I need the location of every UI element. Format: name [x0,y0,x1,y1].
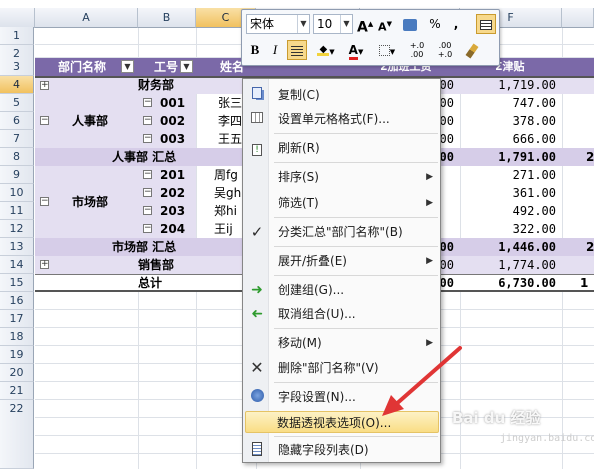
annotation-arrow [382,346,462,416]
watermark-logo: Bai du 经验 [452,409,541,427]
watermark-url: jingyan.baidu.com [500,433,594,444]
